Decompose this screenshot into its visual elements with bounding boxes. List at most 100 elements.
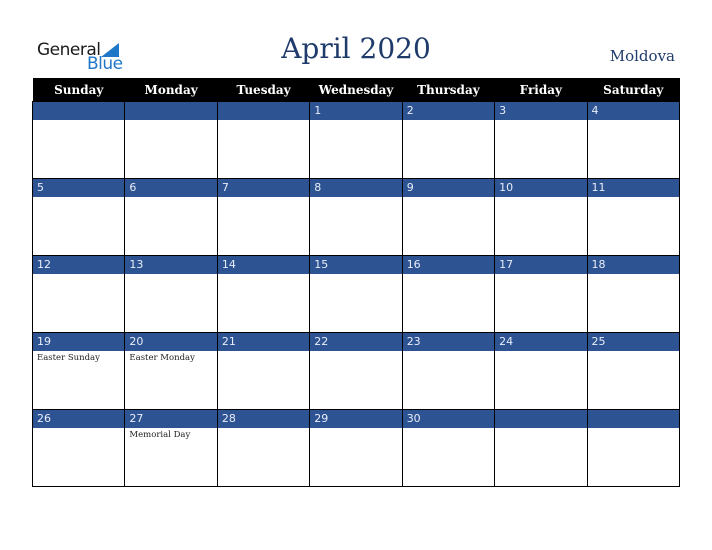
holiday-label	[310, 351, 401, 353]
week-row: 1234	[31, 101, 681, 179]
day-number: 18	[587, 256, 679, 274]
holiday-label	[495, 274, 586, 276]
day-number	[217, 102, 310, 120]
day-number	[587, 410, 679, 428]
day-cell[interactable]: 20 Easter Monday	[124, 332, 218, 410]
day-number: 14	[217, 256, 310, 274]
day-number: 6	[125, 179, 217, 197]
week-row: 26 27 Memorial Day 28 29 30	[31, 409, 681, 487]
holiday-label	[218, 120, 309, 122]
holiday-label	[33, 120, 124, 122]
weekday-header: Tuesday	[217, 78, 310, 102]
day-number: 11	[587, 179, 679, 197]
day-cell[interactable]: 27 Memorial Day	[124, 409, 218, 487]
day-number: 3	[495, 102, 587, 120]
day-cell[interactable]: 30	[401, 409, 496, 487]
day-cell[interactable]: 7	[216, 178, 311, 256]
day-cell[interactable]: 6	[124, 178, 218, 256]
holiday-label: Easter Monday	[129, 353, 195, 363]
holiday-label	[495, 197, 586, 199]
day-cell[interactable]	[124, 101, 218, 179]
holiday-label	[218, 351, 309, 353]
day-number: 10	[495, 179, 587, 197]
day-cell[interactable]: 10	[494, 178, 588, 256]
day-cell[interactable]: 13	[124, 255, 218, 333]
day-number: 20	[125, 333, 217, 351]
day-number: 17	[495, 256, 587, 274]
holiday-label	[403, 120, 494, 122]
day-cell[interactable]: 25	[586, 332, 681, 410]
holiday-label	[588, 120, 679, 122]
day-cell[interactable]: 9	[401, 178, 496, 256]
day-cell[interactable]: 24	[494, 332, 588, 410]
day-number: 8	[310, 179, 402, 197]
holiday-label	[588, 428, 679, 430]
day-number: 19	[33, 333, 125, 351]
day-number	[495, 410, 587, 428]
day-cell[interactable]	[494, 409, 588, 487]
day-cell[interactable]	[31, 101, 126, 179]
weekday-header: Monday	[124, 78, 218, 102]
holiday-label	[33, 197, 124, 199]
holiday-label	[495, 120, 586, 122]
day-cell[interactable]: 11	[586, 178, 681, 256]
holiday-label	[588, 197, 679, 199]
day-cell[interactable]: 28	[216, 409, 311, 487]
weekday-header-row: Sunday Monday Tuesday Wednesday Thursday…	[32, 78, 680, 102]
weekday-header: Wednesday	[309, 78, 403, 102]
holiday-label	[495, 351, 586, 353]
holiday-label	[218, 428, 309, 430]
day-cell[interactable]: 15	[309, 255, 403, 333]
day-cell[interactable]: 22	[309, 332, 403, 410]
holiday-label	[588, 274, 679, 276]
day-cell[interactable]: 23	[401, 332, 496, 410]
day-cell[interactable]: 29	[309, 409, 403, 487]
day-number: 2	[402, 102, 495, 120]
day-number: 22	[310, 333, 402, 351]
holiday-label	[310, 120, 401, 122]
holiday-label	[218, 197, 309, 199]
day-cell[interactable]: 19 Easter Sunday	[31, 332, 126, 410]
day-cell[interactable]: 2	[401, 101, 496, 179]
holiday-label: Easter Sunday	[37, 353, 100, 363]
day-cell[interactable]: 12	[31, 255, 126, 333]
day-number: 1	[310, 102, 402, 120]
weekday-header: Friday	[494, 78, 588, 102]
day-number: 26	[33, 410, 125, 428]
week-row: 12 13 14 15 16 17 18	[31, 255, 681, 333]
day-cell[interactable]: 21	[216, 332, 311, 410]
day-number: 27	[125, 410, 217, 428]
day-number	[33, 102, 125, 120]
holiday-label: Memorial Day	[129, 430, 191, 440]
day-number: 12	[33, 256, 125, 274]
holiday-label	[218, 274, 309, 276]
day-cell[interactable]	[586, 409, 681, 487]
day-cell[interactable]: 17	[494, 255, 588, 333]
day-number: 9	[402, 179, 495, 197]
country-label: Moldova	[609, 47, 675, 65]
day-cell[interactable]: 14	[216, 255, 311, 333]
holiday-label	[403, 351, 494, 353]
day-cell[interactable]: 5	[31, 178, 126, 256]
weekday-header: Thursday	[402, 78, 495, 102]
day-cell[interactable]: 8	[309, 178, 403, 256]
day-cell[interactable]: 16	[401, 255, 496, 333]
day-cell[interactable]	[216, 101, 311, 179]
holiday-label	[495, 428, 586, 430]
holiday-label	[125, 274, 216, 276]
holiday-label	[310, 197, 401, 199]
day-number: 7	[217, 179, 310, 197]
day-cell[interactable]: 26	[31, 409, 126, 487]
day-cell[interactable]: 1	[309, 101, 403, 179]
day-number: 23	[402, 333, 495, 351]
day-number: 5	[33, 179, 125, 197]
holiday-label	[125, 197, 216, 199]
day-cell[interactable]: 4	[586, 101, 681, 179]
day-cell[interactable]: 3	[494, 101, 588, 179]
day-cell[interactable]: 18	[586, 255, 681, 333]
day-number: 4	[587, 102, 679, 120]
holiday-label	[403, 428, 494, 430]
holiday-label	[403, 197, 494, 199]
day-number: 25	[587, 333, 679, 351]
holiday-label	[588, 351, 679, 353]
